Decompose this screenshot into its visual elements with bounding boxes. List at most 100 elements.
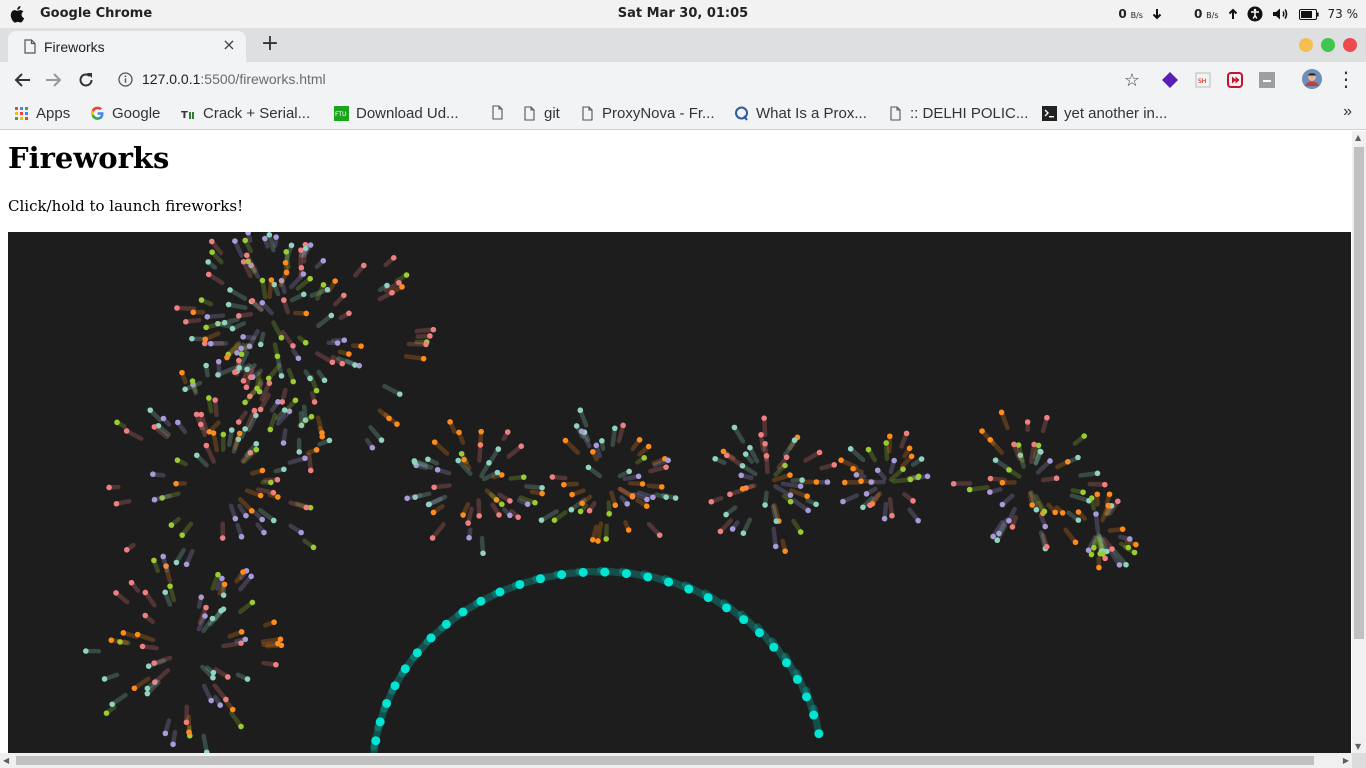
reload-icon (79, 73, 93, 87)
firework-particle (208, 238, 215, 245)
back-button[interactable] (10, 68, 34, 92)
firework-particle (151, 424, 158, 430)
firework-particle (992, 457, 999, 463)
fireworks-canvas[interactable] (8, 232, 1351, 753)
forward-button[interactable] (42, 68, 66, 92)
scroll-down-arrow-icon[interactable]: ▼ (1355, 742, 1361, 751)
scroll-left-arrow-icon[interactable]: ◀ (3, 756, 9, 765)
scroll-right-arrow-icon[interactable]: ▶ (1343, 756, 1349, 765)
firework-particle (430, 509, 437, 516)
horizontal-scroll-thumb[interactable] (16, 756, 1314, 765)
firework-particle (1131, 549, 1138, 556)
bookmark-star-icon[interactable]: ☆ (1124, 70, 1140, 91)
active-app-name[interactable]: Google Chrome (40, 6, 152, 21)
firework-particle (300, 271, 307, 277)
firework-particle (568, 506, 575, 513)
firework-particle (259, 277, 266, 284)
new-tab-button[interactable]: + (258, 33, 282, 57)
avatar[interactable] (1302, 69, 1322, 89)
firework-particle (644, 496, 650, 503)
firework-particle (324, 286, 331, 293)
accessibility-icon[interactable] (1247, 6, 1263, 22)
tab-close-button[interactable]: × (220, 36, 238, 54)
firework-particle (225, 301, 232, 308)
firework-particle (636, 436, 643, 443)
firework-particle (1094, 470, 1101, 477)
firework-particle (518, 443, 525, 449)
firework-particle (307, 242, 314, 248)
firework-particle (863, 491, 870, 497)
extension-purple-icon[interactable] (1162, 72, 1178, 88)
firework-particle (265, 375, 272, 382)
firework-particle (244, 676, 251, 682)
url-text[interactable]: 127.0.0.1:5500/fireworks.html (142, 71, 326, 87)
bookmark-apps[interactable]: Apps (14, 105, 70, 122)
firework-particle (215, 358, 222, 365)
firework-particle (1125, 544, 1132, 551)
firework-particle (1105, 502, 1111, 509)
firework-particle (240, 334, 246, 340)
battery-icon[interactable] (1298, 8, 1319, 20)
apple-icon[interactable] (10, 5, 26, 23)
firework-particle (1031, 441, 1037, 448)
address-bar[interactable]: 127.0.0.1:5500/fireworks.html ☆ (108, 65, 1154, 94)
browser-toolbar: 127.0.0.1:5500/fireworks.html ☆ SH ⋮ (0, 62, 1366, 98)
firework-particle (108, 637, 115, 643)
bookmark-untitled[interactable] (490, 105, 512, 120)
bookmark-yet-another[interactable]: yet another in... (1042, 105, 1167, 122)
firework-particle (1047, 458, 1053, 464)
firework-particle (891, 457, 897, 464)
firework-particle (212, 397, 218, 403)
firework-particle (396, 279, 402, 286)
firework-particle (103, 710, 110, 716)
firework-particle (183, 719, 190, 726)
horizontal-scrollbar[interactable]: ◀ ▶ (0, 753, 1352, 768)
info-icon[interactable] (118, 72, 133, 87)
minimize-window-button[interactable] (1299, 38, 1313, 52)
tab-fireworks[interactable]: Fireworks × (8, 31, 246, 62)
volume-icon[interactable] (1272, 7, 1290, 21)
firework-particle (183, 561, 190, 568)
maximize-window-button[interactable] (1321, 38, 1335, 52)
firework-particle (1093, 511, 1099, 517)
firework-particle (578, 428, 585, 435)
firework-particle (665, 457, 671, 464)
firework-particle (290, 343, 296, 349)
close-window-button[interactable] (1343, 38, 1357, 52)
bookmark-proxynova[interactable]: ProxyNova - Fr... (580, 105, 715, 122)
bookmark-delhi-police[interactable]: :: DELHI POLIC... (888, 105, 1028, 122)
bookmark-git[interactable]: git (522, 105, 560, 122)
extension-red-icon[interactable] (1227, 72, 1243, 88)
site-icon (735, 106, 748, 121)
net-download-indicator: 0 B/s (1118, 7, 1143, 21)
bookmark-what-is-a-proxy[interactable]: What Is a Prox... (734, 105, 867, 122)
firework-particle (139, 643, 146, 650)
chrome-menu-button[interactable]: ⋮ (1336, 67, 1356, 91)
firework-particle (773, 518, 780, 524)
firework-particle (847, 445, 854, 452)
vertical-scroll-thumb[interactable] (1354, 147, 1364, 639)
firework-particle (672, 495, 679, 501)
firework-particle (874, 467, 881, 474)
firework-particle (799, 477, 805, 483)
firework-particle (480, 550, 486, 557)
extension-gray-icon[interactable] (1259, 72, 1275, 88)
bookmarks-overflow-button[interactable]: » (1343, 103, 1352, 121)
firework-particle (218, 608, 224, 614)
firework-particle (183, 318, 189, 325)
firework-particle (1088, 495, 1095, 501)
firework-particle (478, 428, 484, 435)
firework-particle (987, 475, 994, 482)
firework-particle (429, 535, 436, 541)
bookmark-download-ud[interactable]: FTU Download Ud... (334, 105, 459, 122)
extension-sh-icon[interactable]: SH (1195, 72, 1211, 88)
bookmark-crack-serial[interactable]: T Crack + Serial... (181, 105, 310, 122)
scroll-up-arrow-icon[interactable]: ▲ (1355, 133, 1361, 142)
firework-particle (160, 415, 167, 422)
bookmark-google[interactable]: Google (90, 105, 160, 122)
firework-particle (595, 538, 601, 544)
reload-button[interactable] (74, 68, 98, 92)
firework-particle (394, 421, 400, 427)
firework-particle (262, 235, 268, 242)
vertical-scrollbar[interactable]: ▲ ▼ (1352, 131, 1366, 753)
